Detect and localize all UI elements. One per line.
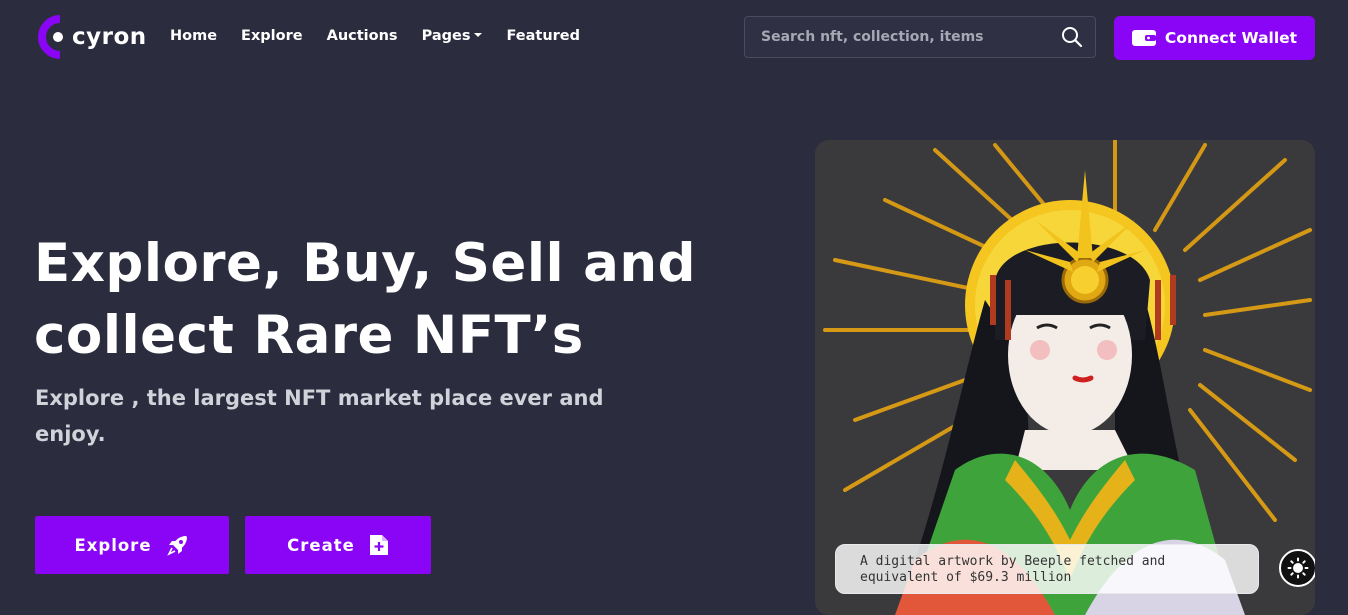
cyron-logo-icon [38,15,63,59]
hero-subtitle-line2: enjoy. [35,422,106,446]
caption-line2: equivalent of $69.3 million [860,570,1072,585]
connect-wallet-button[interactable]: Connect Wallet [1114,16,1315,60]
wallet-icon [1131,30,1156,46]
connect-wallet-label: Connect Wallet [1164,29,1298,47]
featured-artwork[interactable]: A digital artwork by Beeple fetched and … [815,140,1315,615]
caption-line1: A digital artwork by Beeple fetched and [860,554,1166,569]
explore-button[interactable]: Explore [35,516,229,574]
nav-item-explore[interactable]: Explore [241,28,303,44]
hero-title-line2: collect Rare NFT’s [34,305,584,366]
search-box [744,16,1096,58]
theme-toggle-button[interactable] [1279,549,1315,587]
add-file-icon [369,535,388,555]
hero-title-line1: Explore, Buy, Sell and [34,233,697,294]
search-icon[interactable] [1061,26,1083,48]
hero-title: Explore, Buy, Sell and collect Rare NFT’… [34,228,754,372]
main-nav: Home Explore Auctions Pages Featured [170,28,580,44]
hero-subtitle: Explore , the largest NFT market place e… [35,380,635,452]
nav-item-pages-label: Pages [421,28,471,44]
artwork-caption: A digital artwork by Beeple fetched and … [835,544,1259,594]
rocket-icon [166,536,187,556]
logo-text: cyron [72,24,147,50]
nav-item-featured[interactable]: Featured [506,28,580,44]
create-button[interactable]: Create [245,516,431,574]
chevron-down-icon [474,33,483,37]
search-input[interactable] [745,28,1061,46]
nav-item-pages[interactable]: Pages [422,28,483,44]
hero-subtitle-line1: Explore , the largest NFT market place e… [35,386,604,410]
logo[interactable]: cyron [34,13,147,61]
explore-button-label: Explore [74,535,152,555]
create-button-label: Create [287,535,355,555]
sun-icon [1287,557,1309,579]
nav-item-auctions[interactable]: Auctions [327,28,398,44]
nav-item-home[interactable]: Home [170,28,217,44]
